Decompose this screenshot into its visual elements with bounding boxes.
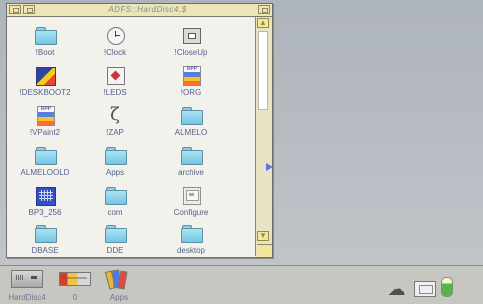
iconbar-label: 0: [72, 293, 78, 302]
bp3-file-icon: [35, 186, 56, 206]
palette-icon[interactable]: ☁: [385, 280, 408, 298]
folder-item[interactable]: archive: [156, 146, 226, 188]
folder-item[interactable]: ALMELOOLD: [10, 146, 80, 188]
item-label: !Clock: [103, 48, 127, 57]
hard-disc-icon: [11, 270, 43, 288]
folder-icon: [105, 186, 127, 205]
application-item[interactable]: !ORG: [156, 66, 226, 108]
display-manager-icon[interactable]: [414, 281, 436, 297]
window-title-bar[interactable]: ADFS::HardDisc4.$: [7, 4, 272, 17]
folder-icon: [35, 146, 57, 165]
item-label: !VPaint2: [29, 128, 61, 137]
item-label: ALMELOOLD: [20, 168, 70, 177]
iconbar-label: HardDisc4: [8, 293, 46, 302]
window-title: ADFS::HardDisc4.$: [108, 5, 187, 14]
closeup-icon: [181, 26, 201, 44]
application-item[interactable]: !Clock: [80, 26, 150, 68]
folder-icon: [105, 146, 127, 165]
item-label: com: [107, 208, 123, 217]
item-label: !CloseUp: [174, 48, 208, 57]
item-label: !LEDS: [103, 88, 127, 97]
folder-item[interactable]: !Boot: [10, 26, 80, 68]
apps-iconbar-item[interactable]: Apps: [100, 268, 138, 302]
ram-disc-icon: [59, 272, 91, 286]
folder-item[interactable]: Apps: [80, 146, 150, 188]
folder-icon: [35, 224, 57, 243]
icon-bar: HardDisc4 0 Apps ☁: [0, 265, 483, 304]
item-label: DDE: [106, 246, 124, 255]
close-icon[interactable]: [23, 5, 35, 14]
apps-icon: [104, 269, 129, 290]
desk-icon: [35, 66, 56, 86]
item-label: Configure: [173, 208, 209, 217]
folder-icon: [35, 26, 57, 45]
ram-disc-iconbar-item[interactable]: 0: [56, 268, 94, 302]
folder-item[interactable]: DBASE: [10, 224, 80, 257]
application-item[interactable]: !DESKBOOT2: [10, 66, 80, 108]
item-label: !Boot: [35, 48, 55, 57]
rpp-icon: [181, 66, 201, 86]
folder-icon: [181, 224, 203, 243]
folder-item[interactable]: com: [80, 186, 150, 228]
item-label: !DESKBOOT2: [19, 88, 71, 97]
item-label: DBASE: [31, 246, 59, 255]
application-item[interactable]: !VPaint2: [10, 106, 80, 148]
clock-icon: [105, 26, 125, 45]
folder-icon: [181, 106, 203, 125]
scroll-up-icon[interactable]: ▲: [257, 18, 269, 28]
mouse-icon[interactable]: [441, 277, 453, 297]
item-label: ALMELO: [174, 128, 208, 137]
folder-icon: [181, 146, 203, 165]
scroll-thumb[interactable]: [258, 31, 268, 110]
directory-view: !Boot !Clock !CloseUp !DESKBOOT2 !LEDS R…: [7, 17, 255, 257]
toggle-size-icon[interactable]: [258, 5, 270, 14]
leds-icon: [105, 66, 125, 85]
folder-item[interactable]: DDE: [80, 224, 150, 257]
item-label: BP3_256: [28, 208, 62, 217]
scroll-down-icon[interactable]: ▼: [257, 231, 269, 241]
item-label: desktop: [176, 246, 206, 255]
zap-icon: ζ: [110, 104, 120, 125]
harddisc-iconbar-item[interactable]: HardDisc4: [8, 268, 46, 302]
folder-icon: [105, 224, 127, 243]
folder-item[interactable]: desktop: [156, 224, 226, 257]
application-item[interactable]: !LEDS: [80, 66, 150, 108]
rpp-icon: [35, 106, 55, 126]
item-label: !ORG: [180, 88, 202, 97]
mouse-pointer-icon: [266, 163, 273, 171]
item-label: archive: [178, 168, 204, 177]
item-label: Apps: [105, 168, 125, 177]
resize-handle[interactable]: [257, 244, 272, 257]
item-label: !ZAP: [106, 128, 124, 137]
iconbar-label: Apps: [109, 293, 129, 302]
vertical-scrollbar[interactable]: ▲ ▼: [255, 17, 272, 256]
application-item[interactable]: !CloseUp: [156, 26, 226, 68]
file-item[interactable]: BP3_256: [10, 186, 80, 228]
application-item[interactable]: Configure: [156, 186, 226, 228]
back-icon[interactable]: [9, 5, 21, 14]
configure-icon: [181, 186, 201, 205]
folder-item[interactable]: ALMELO: [156, 106, 226, 148]
application-item[interactable]: ζ !ZAP: [80, 106, 150, 148]
filer-window: ADFS::HardDisc4.$ !Boot !Clock !CloseUp: [6, 3, 273, 258]
